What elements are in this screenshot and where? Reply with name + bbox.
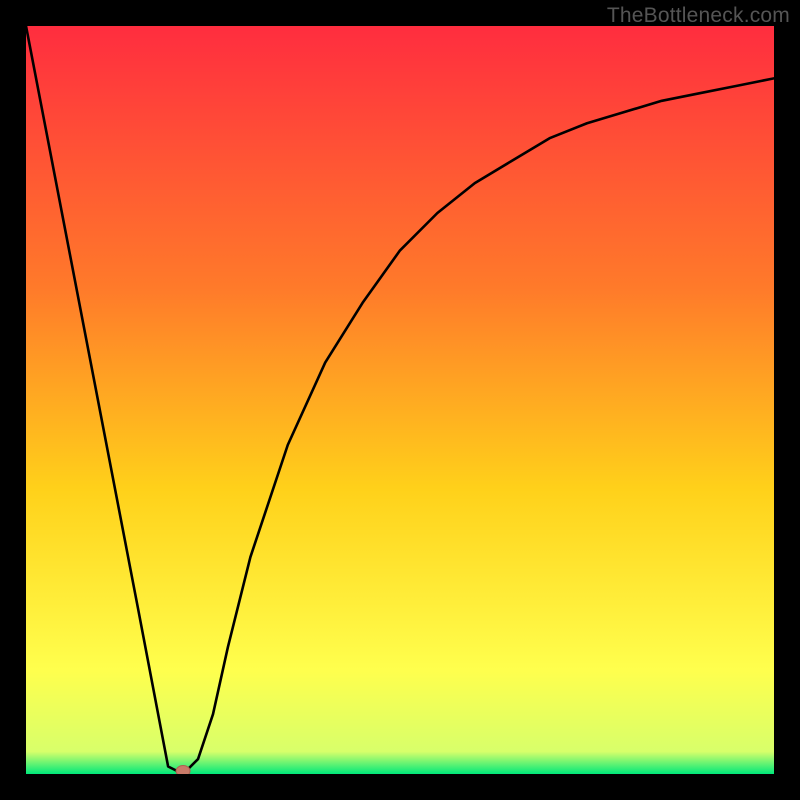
gradient-background	[26, 26, 774, 774]
chart-plot	[26, 26, 774, 774]
watermark-text: TheBottleneck.com	[607, 4, 790, 28]
chart-frame	[26, 26, 774, 774]
optimal-point-marker	[176, 766, 190, 775]
